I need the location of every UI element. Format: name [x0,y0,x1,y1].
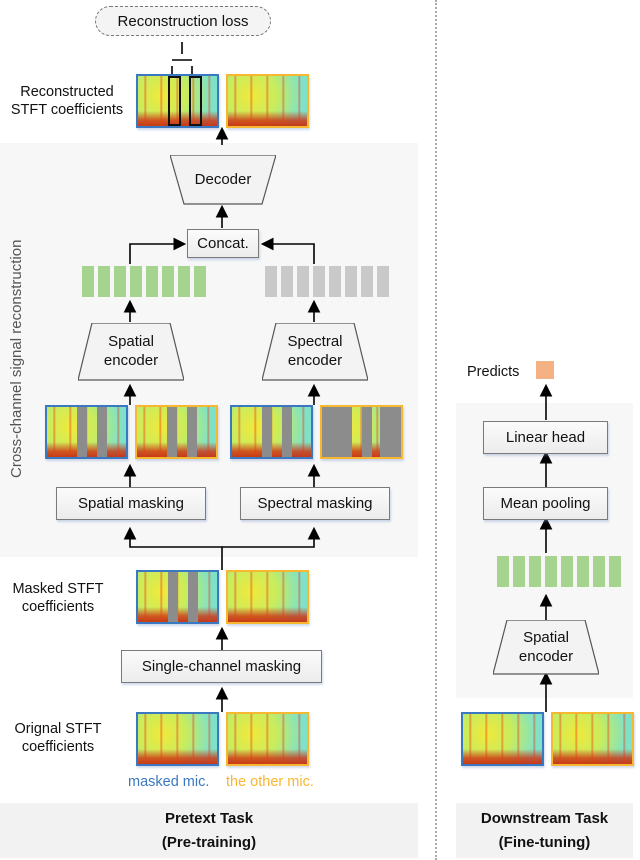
masked-mic-spectrogram [136,570,219,624]
pretext-task-subtitle: (Pre-training) [161,834,257,851]
spatial-masked-mic-spectrogram [45,405,128,459]
spectral-encoder: Spectral encoder [262,323,368,381]
reconstruction-loss: Reconstruction loss [95,6,271,36]
spectral-masked-mic-spectrogram [230,405,313,459]
spectral-masking-block: Spectral masking [240,487,390,520]
spectral-embeddings [265,266,389,297]
original-stft-label: Orignal STFT coefficients [14,721,102,755]
downstream-spatial-encoder: Spatial encoder [493,620,599,675]
reconstructed-masked-mic-spectrogram [136,74,219,128]
spatial-encoder: Spatial encoder [78,323,184,381]
predicts-label: Predicts [467,364,520,380]
downstream-task-subtitle: (Fine-tuning) [498,834,591,851]
legend-other-mic: the other mic. [226,774,314,790]
downstream-mic2-spectrogram [551,712,634,766]
spectral-other-mic-spectrogram [320,405,403,459]
downstream-task-title: Downstream Task [480,810,609,827]
legend-masked-mic: masked mic. [128,774,210,790]
pretext-task-footer: Pretext Task (Pre-training) [0,803,418,858]
downstream-spatial-embeddings [497,556,621,587]
reconstructed-other-mic-spectrogram [226,74,309,128]
reconstructed-region-2 [189,76,202,126]
spatial-other-mic-spectrogram [135,405,218,459]
linear-head-block: Linear head [483,421,608,454]
mean-pooling-block: Mean pooling [483,487,608,520]
downstream-task-footer: Downstream Task (Fine-tuning) [456,803,633,858]
original-masked-mic-spectrogram [136,712,219,766]
other-mic-spectrogram-masked-stage [226,570,309,624]
decoder-label: Decoder [194,171,252,188]
spatial-masking-block: Spatial masking [56,487,206,520]
prediction-output [536,361,554,379]
reconstructed-region-1 [168,76,181,126]
original-other-mic-spectrogram [226,712,309,766]
downstream-spatial-encoder-label: Spatial encoder [518,629,574,665]
downstream-mic1-spectrogram [461,712,544,766]
decoder: Decoder [170,155,276,205]
reconstructed-stft-label: Reconstructed STFT coefficients [10,84,124,118]
spatial-embeddings [82,266,206,297]
spectral-encoder-label: Spectral encoder [287,333,343,369]
pretext-task-title: Pretext Task [164,810,254,827]
masked-stft-label: Masked STFT coefficients [12,581,104,615]
concat-block: Concat. [187,229,259,258]
spatial-encoder-label: Spatial encoder [103,333,159,369]
single-channel-masking-block: Single-channel masking [121,650,322,683]
